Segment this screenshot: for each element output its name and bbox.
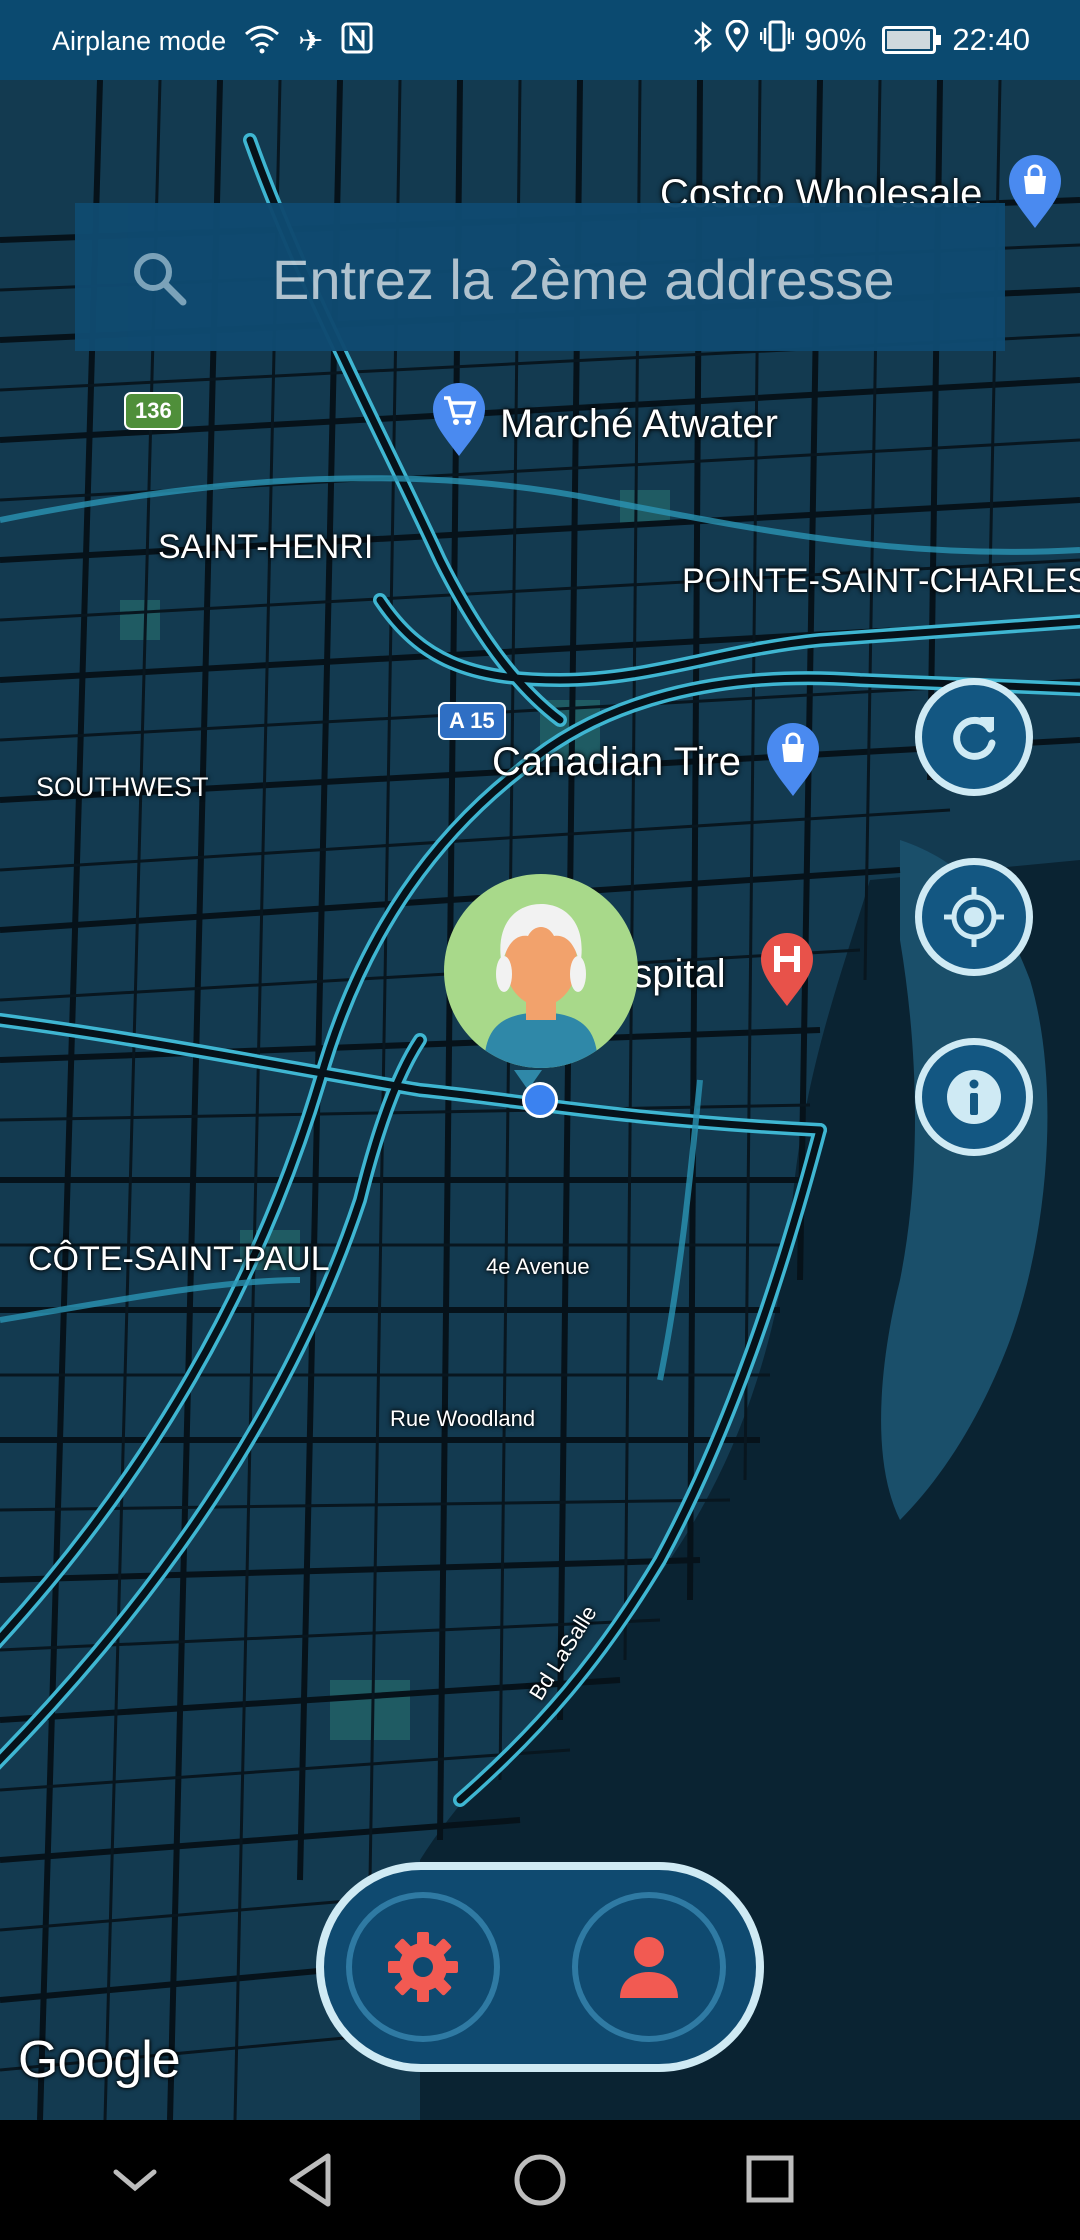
crosshair-icon: [944, 887, 1004, 947]
battery-percent: 90%: [804, 22, 867, 57]
person-icon: [620, 1937, 678, 1998]
hospital-pin-icon[interactable]: [758, 930, 816, 1008]
street-label-rue-woodland: Rue Woodland: [390, 1406, 536, 1431]
shopping-pin-icon[interactable]: [1006, 152, 1064, 230]
user-avatar[interactable]: [444, 874, 638, 1068]
info-button[interactable]: [915, 1038, 1033, 1156]
clock: 22:40: [952, 22, 1030, 57]
search-bar[interactable]: [75, 203, 1005, 351]
gear-icon: [388, 1932, 458, 2002]
home-icon[interactable]: [510, 2150, 570, 2210]
nfc-icon: [341, 22, 373, 61]
grocery-pin-icon[interactable]: [430, 380, 488, 458]
location-icon: [724, 19, 750, 60]
area-label-southwest: SOUTHWEST: [36, 772, 209, 802]
poi-label-canadian-tire[interactable]: Canadian Tire: [492, 740, 741, 785]
system-nav-bar: [0, 2120, 1080, 2240]
bottom-action-bar: [316, 1862, 764, 2072]
vibrate-icon: [760, 20, 795, 60]
area-label-saint-henri: SAINT-HENRI: [158, 528, 374, 566]
current-location-dot: [522, 1082, 558, 1118]
area-label-pointe-saint-charles: POINTE-SAINT-CHARLES: [682, 562, 1080, 600]
status-bar: Airplane mode ✈ 90% 22:40: [0, 0, 1080, 80]
refresh-button[interactable]: [915, 678, 1033, 796]
battery-icon: [882, 26, 942, 54]
search-icon: [130, 249, 188, 312]
store-pin-icon[interactable]: [764, 720, 822, 798]
airplane-icon: ✈: [298, 24, 324, 58]
recents-icon[interactable]: [744, 2150, 796, 2210]
info-icon: [947, 1070, 1001, 1124]
carrier-text: Airplane mode: [52, 26, 227, 56]
address-search-input[interactable]: [270, 233, 994, 325]
back-icon[interactable]: [284, 2150, 336, 2210]
refresh-icon: [953, 716, 996, 760]
hide-keyboard-chevron-icon[interactable]: [110, 2150, 160, 2210]
street-label-4e-avenue: 4e Avenue: [486, 1254, 590, 1279]
bluetooth-icon: [692, 21, 714, 59]
area-label-cote-saint-paul: CÔTE-SAINT-PAUL: [28, 1240, 330, 1278]
route-shield-136: 136: [124, 392, 183, 430]
wifi-icon: [244, 24, 280, 60]
poi-label-marche-atwater[interactable]: Marché Atwater: [500, 402, 778, 447]
settings-button[interactable]: [346, 1892, 500, 2042]
profile-button[interactable]: [572, 1892, 726, 2042]
locate-me-button[interactable]: [915, 858, 1033, 976]
route-shield-a15: A 15: [438, 702, 506, 740]
google-logo: Google: [18, 2031, 181, 2089]
avatar-elderly-person-icon: [484, 904, 598, 1068]
